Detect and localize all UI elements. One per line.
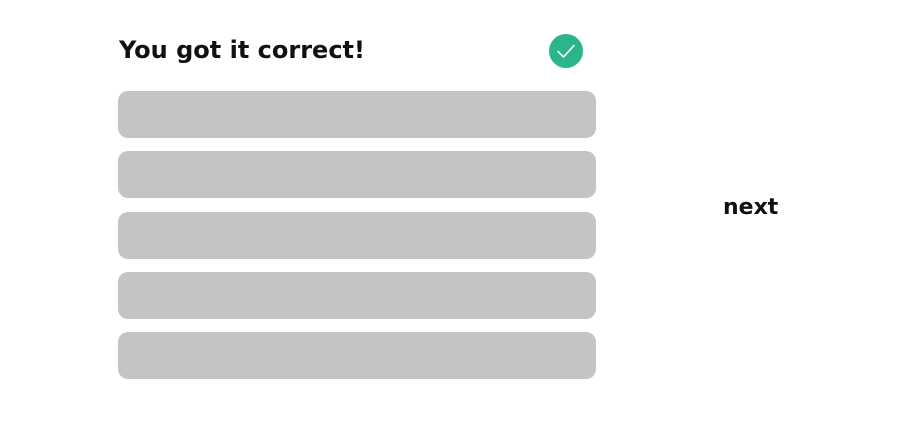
feedback-message: You got it correct! (119, 36, 365, 64)
answer-option-4[interactable] (118, 271, 596, 319)
answer-option-5[interactable] (118, 332, 596, 380)
answer-option-1[interactable] (118, 91, 596, 138)
answer-option-3[interactable] (118, 211, 596, 259)
next-button[interactable]: next (723, 193, 778, 223)
answer-options-list (118, 91, 596, 392)
checkmark-icon (549, 34, 583, 68)
answer-option-2[interactable] (118, 151, 596, 199)
